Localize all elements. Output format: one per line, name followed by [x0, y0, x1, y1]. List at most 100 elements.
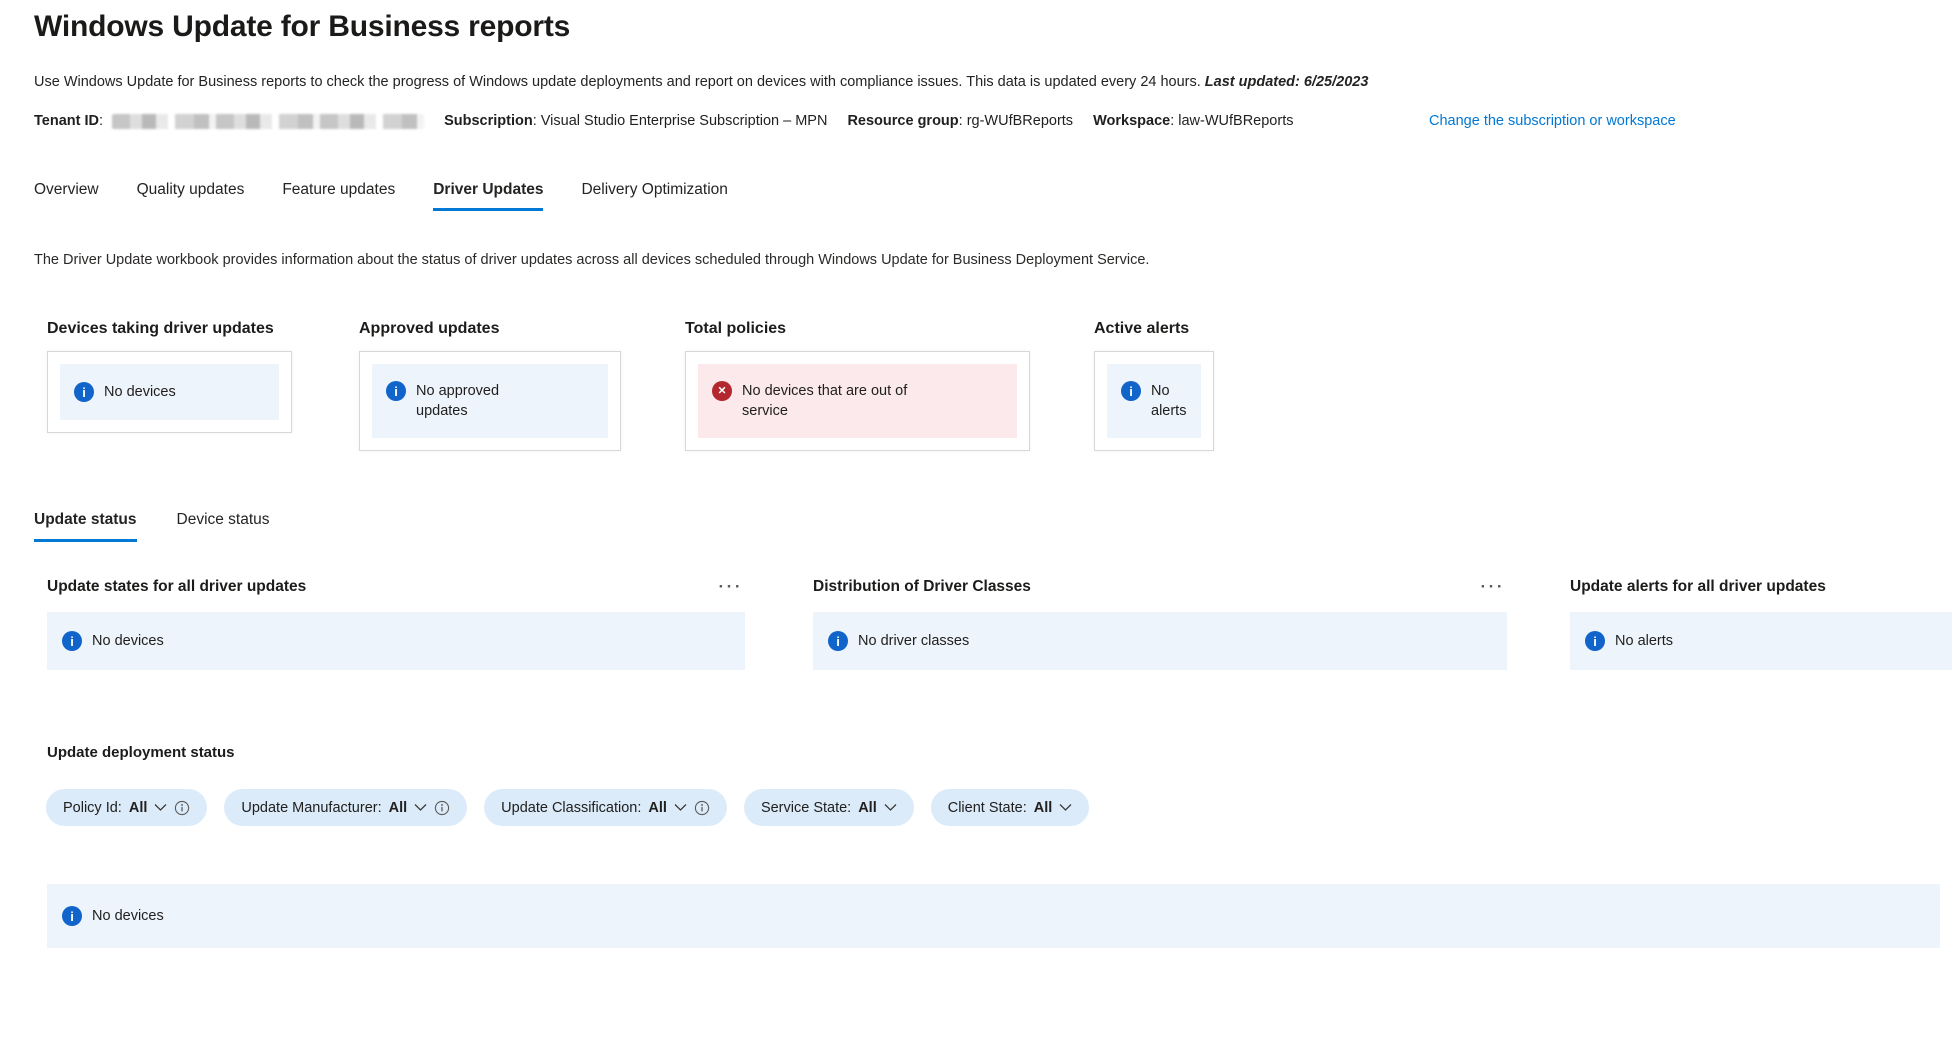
subtab-update-status[interactable]: Update status [34, 511, 137, 542]
filter-pill-client-state[interactable]: Client State: All [931, 789, 1090, 826]
filter-label: Update Manufacturer: [241, 800, 381, 816]
filter-value: All [648, 800, 667, 816]
section-message: No devices [92, 631, 164, 651]
tab-driver-updates[interactable]: Driver Updates [433, 181, 543, 211]
subscription-group: Subscription: Visual Studio Enterprise S… [444, 113, 827, 129]
card-title: Approved updates [359, 320, 621, 338]
chevron-down-icon [674, 803, 687, 812]
card-body: i No alerts [1094, 351, 1214, 451]
summary-card-total-policies: Total policies ✕ No devices that are out… [685, 320, 1030, 451]
section-header: Distribution of Driver Classes ··· [813, 576, 1507, 598]
card-body: i No approved updates [359, 351, 621, 451]
summary-card-devices: Devices taking driver updates i No devic… [47, 320, 292, 451]
chart-sections-row: Update states for all driver updates ···… [47, 576, 1952, 670]
info-icon: i [1121, 381, 1141, 401]
info-icon: i [386, 381, 406, 401]
workspace-value: law-WUfBReports [1178, 113, 1293, 129]
filter-label: Update Classification: [501, 800, 641, 816]
card-title: Devices taking driver updates [47, 320, 292, 338]
card-title: Active alerts [1094, 320, 1214, 338]
info-icon: i [828, 631, 848, 651]
tab-feature-updates[interactable]: Feature updates [282, 181, 395, 211]
info-outline-icon[interactable] [434, 800, 450, 816]
more-menu-icon[interactable]: ··· [1479, 582, 1507, 592]
info-outline-icon[interactable] [174, 800, 190, 816]
card-body: i No devices [47, 351, 292, 433]
card-message: No alerts [1151, 381, 1199, 421]
section-header: Update alerts for all driver updates [1570, 576, 1952, 598]
tab-overview[interactable]: Overview [34, 181, 99, 211]
context-bar: Tenant ID: Subscription: Visual Studio E… [34, 109, 1952, 134]
intro-body: Use Windows Update for Business reports … [34, 74, 1201, 90]
context-text: Tenant ID: Subscription: Visual Studio E… [34, 109, 1384, 134]
workspace-group: Workspace: law-WUfBReports [1093, 113, 1293, 129]
subscription-value: Visual Studio Enterprise Subscription – … [541, 113, 828, 129]
workspace-label: Workspace [1093, 113, 1170, 129]
section-header: Update states for all driver updates ··· [47, 576, 745, 598]
subtab-device-status[interactable]: Device status [177, 511, 270, 542]
info-outline-icon[interactable] [694, 800, 710, 816]
deployment-empty-message: No devices [92, 906, 164, 926]
filter-value: All [1034, 800, 1053, 816]
deployment-status-title: Update deployment status [47, 744, 1952, 761]
section-message: No driver classes [858, 631, 969, 651]
card-message: No devices [104, 382, 176, 402]
tenant-id-label: Tenant ID [34, 113, 99, 129]
card-body: ✕ No devices that are out of service [685, 351, 1030, 451]
filter-label: Service State: [761, 800, 851, 816]
resource-group-group: Resource group: rg-WUfBReports [847, 113, 1073, 129]
card-message: No devices that are out of service [742, 381, 942, 421]
summary-card-active-alerts: Active alerts i No alerts [1094, 320, 1214, 451]
section-banner: i No alerts [1570, 612, 1952, 670]
filter-pill-update-classification[interactable]: Update Classification: All [484, 789, 727, 826]
workbook-description: The Driver Update workbook provides info… [34, 252, 1952, 268]
filter-pill-update-manufacturer[interactable]: Update Manufacturer: All [224, 789, 467, 826]
info-icon: i [62, 631, 82, 651]
section-banner: i No devices [47, 612, 745, 670]
more-menu-icon[interactable]: ··· [717, 582, 745, 592]
section-message: No alerts [1615, 631, 1673, 651]
last-updated: Last updated: 6/25/2023 [1205, 74, 1369, 90]
filter-label: Policy Id: [63, 800, 122, 816]
section-title: Distribution of Driver Classes [813, 578, 1031, 596]
filter-value: All [129, 800, 148, 816]
section-title: Update alerts for all driver updates [1570, 578, 1826, 596]
section-update-states: Update states for all driver updates ···… [47, 576, 745, 670]
deployment-empty-banner: i No devices [47, 884, 1940, 948]
chevron-down-icon [884, 803, 897, 812]
filter-pills-row: Policy Id: All Update Manufacturer: All … [46, 789, 1952, 826]
resource-group-value: rg-WUfBReports [967, 113, 1073, 129]
filter-pill-policy-id[interactable]: Policy Id: All [46, 789, 207, 826]
chevron-down-icon [414, 803, 427, 812]
info-icon: i [74, 382, 94, 402]
report-tabs: Overview Quality updates Feature updates… [34, 181, 1952, 211]
tab-delivery-optimization[interactable]: Delivery Optimization [581, 181, 727, 211]
section-title: Update states for all driver updates [47, 578, 306, 596]
chevron-down-icon [154, 803, 167, 812]
error-icon: ✕ [712, 381, 732, 401]
filter-value: All [389, 800, 408, 816]
summary-card-approved-updates: Approved updates i No approved updates [359, 320, 621, 451]
wufb-reports-page: Windows Update for Business reports Use … [0, 0, 1952, 1045]
card-title: Total policies [685, 320, 1030, 338]
card-message: No approved updates [416, 381, 508, 421]
status-banner-error: ✕ No devices that are out of service [698, 364, 1017, 438]
filter-label: Client State: [948, 800, 1027, 816]
status-subtabs: Update status Device status [34, 511, 1952, 542]
page-title: Windows Update for Business reports [34, 10, 1952, 44]
chevron-down-icon [1059, 803, 1072, 812]
filter-pill-service-state[interactable]: Service State: All [744, 789, 914, 826]
change-subscription-link[interactable]: Change the subscription or workspace [1429, 109, 1676, 134]
subscription-label: Subscription [444, 113, 533, 129]
section-driver-classes: Distribution of Driver Classes ··· i No … [813, 576, 1507, 670]
filter-value: All [858, 800, 877, 816]
resource-group-label: Resource group [847, 113, 958, 129]
section-update-alerts: Update alerts for all driver updates i N… [1570, 576, 1952, 670]
tenant-id-redacted [112, 114, 424, 129]
summary-cards-row: Devices taking driver updates i No devic… [47, 320, 1952, 451]
tab-quality-updates[interactable]: Quality updates [137, 181, 245, 211]
status-banner: i No alerts [1107, 364, 1201, 438]
status-banner: i No devices [60, 364, 279, 420]
info-icon: i [62, 906, 82, 926]
section-banner: i No driver classes [813, 612, 1507, 670]
